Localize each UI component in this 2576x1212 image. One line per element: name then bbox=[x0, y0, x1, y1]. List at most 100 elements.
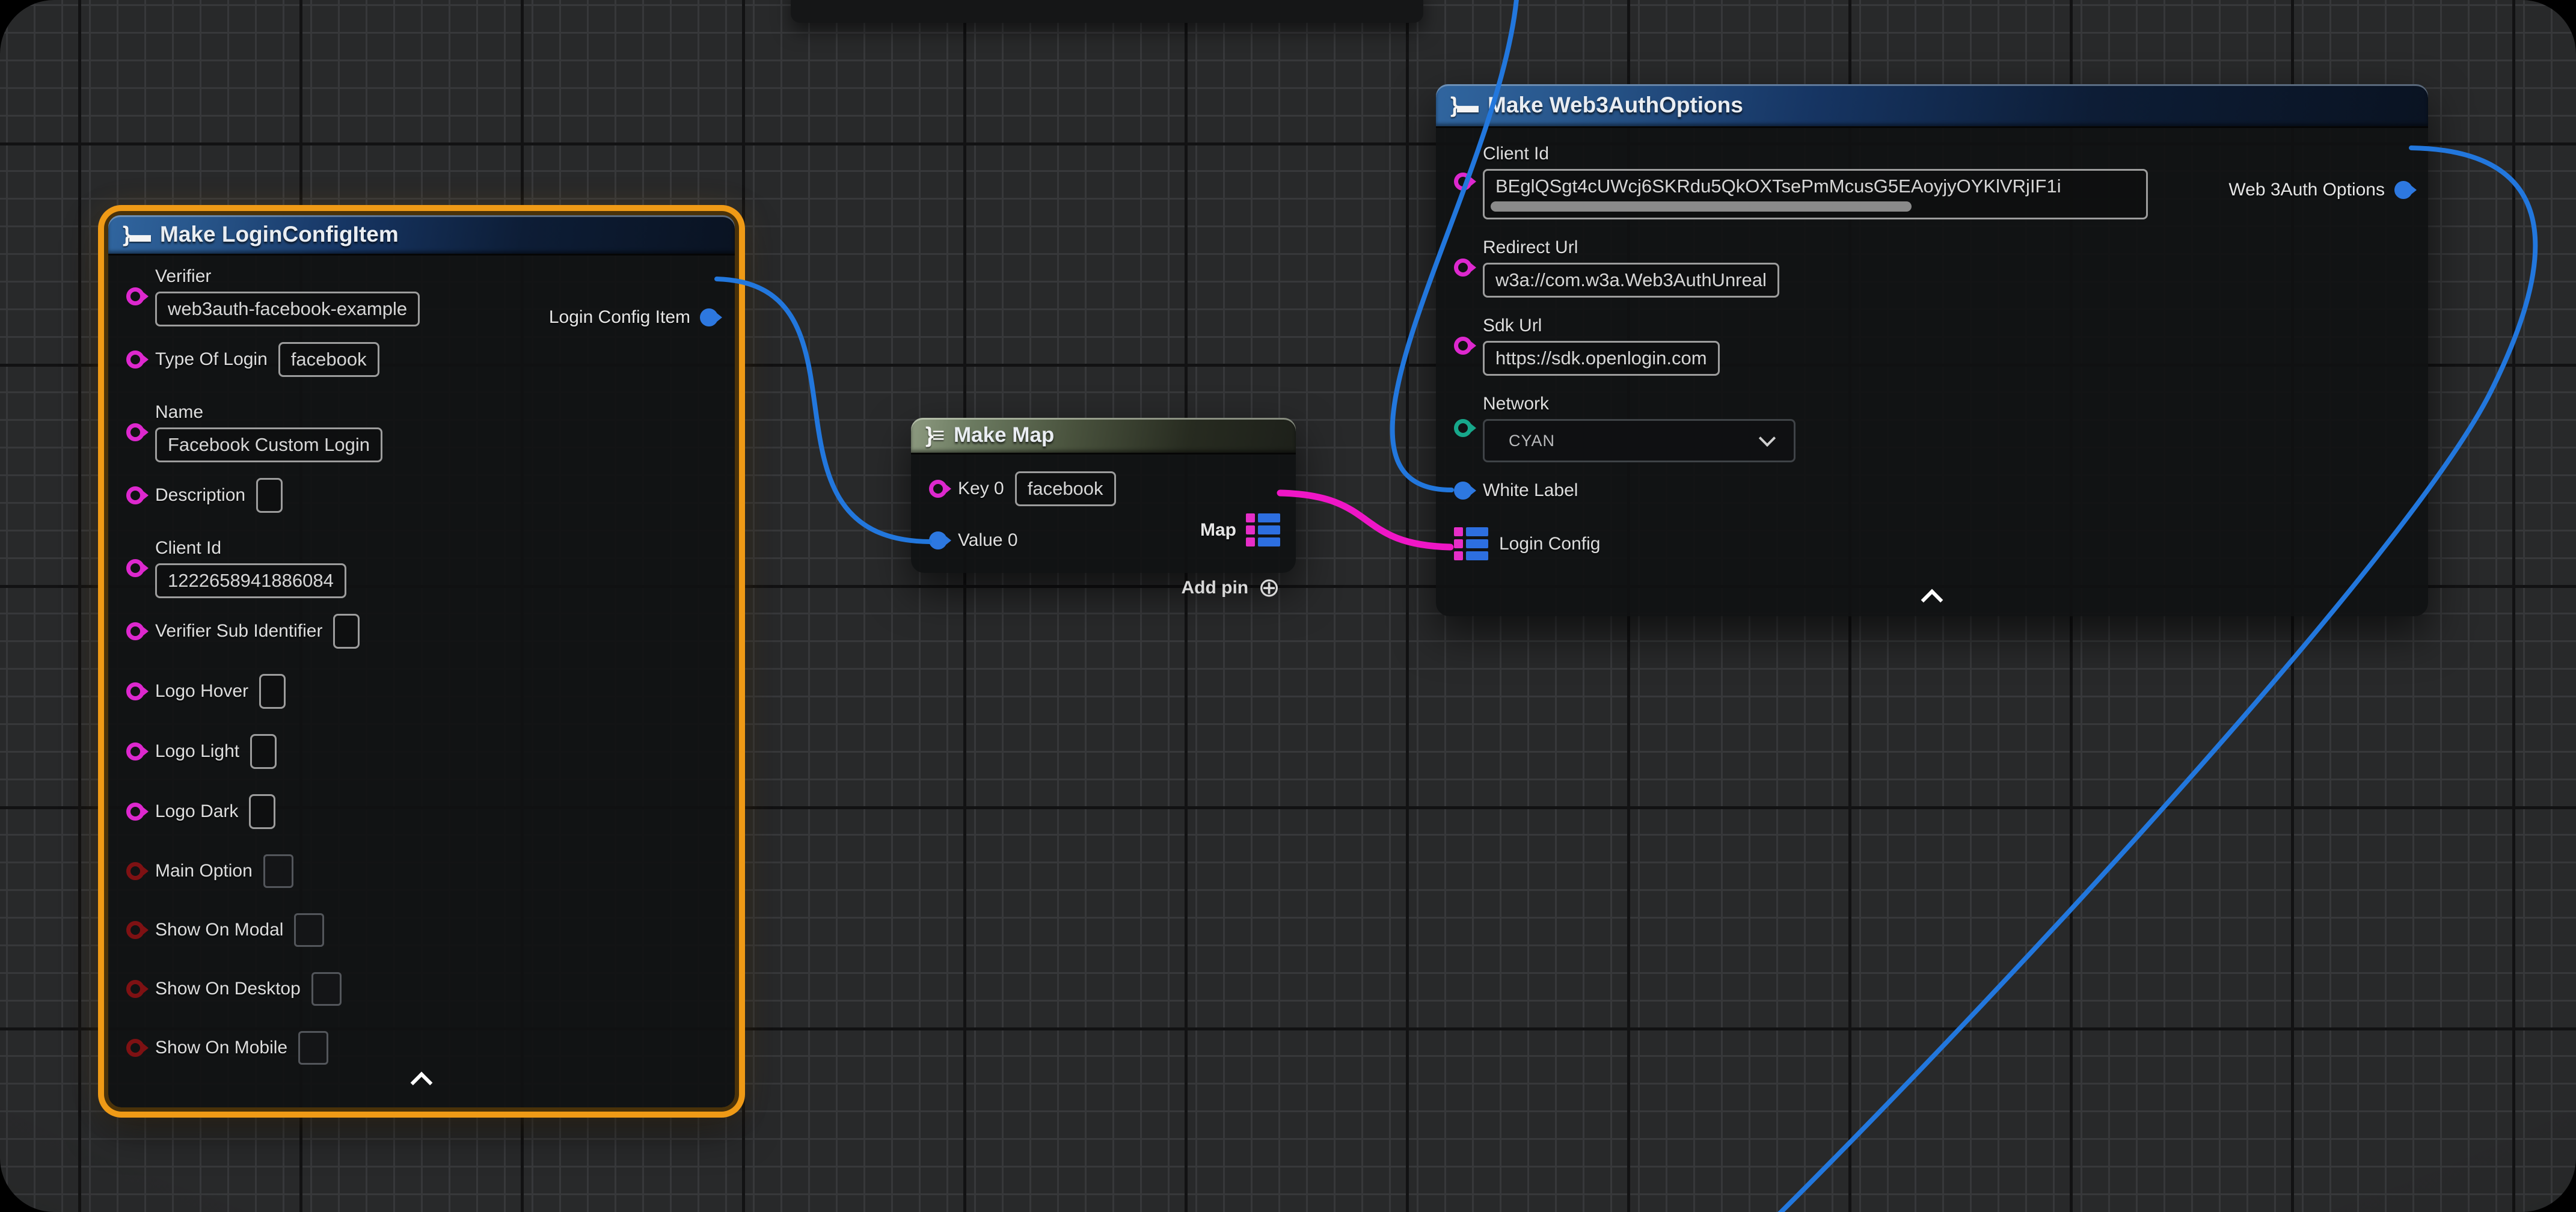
pin-row-type-of-login: Type Of Login facebook bbox=[126, 342, 735, 377]
node-title: Make LoginConfigItem bbox=[160, 222, 399, 247]
pin-key0[interactable] bbox=[929, 480, 947, 498]
pin-row-logo-light: Logo Light bbox=[126, 734, 735, 769]
pin-label-show-on-desktop: Show On Desktop bbox=[155, 979, 301, 999]
pin-row-show-on-desktop: Show On Desktop bbox=[126, 972, 735, 1006]
pin-output-web3auth-options[interactable] bbox=[2394, 181, 2412, 199]
make-struct-icon: }▬ bbox=[123, 222, 149, 247]
pin-name[interactable] bbox=[126, 423, 144, 441]
pin-verifier[interactable] bbox=[126, 287, 144, 305]
pin-logo-dark[interactable] bbox=[126, 803, 144, 821]
collapse-node-arrow-icon[interactable] bbox=[1924, 592, 1940, 608]
description-input[interactable] bbox=[256, 478, 283, 513]
pin-login-config[interactable] bbox=[1454, 527, 1488, 560]
show-on-mobile-checkbox[interactable] bbox=[298, 1031, 328, 1065]
pin-show-on-desktop[interactable] bbox=[126, 980, 144, 998]
pin-label-sdk-url: Sdk Url bbox=[1483, 316, 1720, 336]
pin-label-login-config: Login Config bbox=[1499, 534, 1600, 554]
pin-white-label[interactable] bbox=[1454, 482, 1472, 500]
pin-label-verifier: Verifier bbox=[155, 266, 420, 287]
pin-type-of-login[interactable] bbox=[126, 350, 144, 369]
pin-row-sdk-url: Sdk Url https://sdk.openlogin.com bbox=[1454, 316, 2428, 376]
pin-row-show-on-mobile: Show On Mobile bbox=[126, 1031, 735, 1065]
type-of-login-input[interactable]: facebook bbox=[278, 342, 379, 377]
network-dropdown[interactable]: CYAN bbox=[1483, 419, 1796, 462]
output-pin-label-map: Map bbox=[1200, 520, 1236, 540]
pin-client-id[interactable] bbox=[126, 559, 144, 577]
node-header-make-login-config-item[interactable]: }▬ Make LoginConfigItem bbox=[108, 215, 735, 256]
node-title: Make Map bbox=[954, 423, 1054, 447]
pin-row-verifier-sub-identifier: Verifier Sub Identifier bbox=[126, 614, 735, 649]
add-pin-label: Add pin bbox=[1181, 578, 1248, 598]
pin-output-login-config-item[interactable] bbox=[700, 308, 718, 326]
wire-map-to-login-config[interactable] bbox=[1280, 493, 1450, 547]
make-map-icon: }≡ bbox=[925, 423, 943, 448]
wire-login-config-item-to-value0[interactable] bbox=[717, 279, 930, 542]
pin-output-map[interactable] bbox=[1246, 513, 1280, 546]
pin-label-redirect-url: Redirect Url bbox=[1483, 237, 1779, 258]
verifier-input[interactable]: web3auth-facebook-example bbox=[155, 292, 420, 326]
key0-input[interactable]: facebook bbox=[1015, 471, 1116, 506]
pin-show-on-modal[interactable] bbox=[126, 921, 144, 939]
pin-value0[interactable] bbox=[929, 531, 947, 549]
output-row-login-config-item: Login Config Item bbox=[549, 307, 718, 328]
pin-redirect-url[interactable] bbox=[1454, 259, 1472, 277]
add-pin-icon[interactable]: ⊕ bbox=[1258, 575, 1280, 601]
show-on-modal-checkbox[interactable] bbox=[294, 913, 324, 947]
pin-label-logo-hover: Logo Hover bbox=[155, 681, 248, 702]
pin-description[interactable] bbox=[126, 486, 144, 504]
client-id-input[interactable]: BEglQSgt4cUWcj6SKRdu5QkOXTsePmMcusG5EAoy… bbox=[1483, 169, 2148, 219]
pin-show-on-mobile[interactable] bbox=[126, 1039, 144, 1057]
node-title: Make Web3AuthOptions bbox=[1488, 93, 1743, 118]
pin-label-verifier-sub-identifier: Verifier Sub Identifier bbox=[155, 621, 322, 641]
name-input[interactable]: Facebook Custom Login bbox=[155, 427, 382, 462]
show-on-desktop-checkbox[interactable] bbox=[311, 972, 342, 1006]
node-make-map[interactable]: }≡ Make Map Key 0 facebook Value 0 Map bbox=[911, 418, 1296, 573]
logo-hover-input[interactable] bbox=[259, 674, 286, 709]
main-option-checkbox[interactable] bbox=[263, 854, 293, 888]
add-pin-row: Add pin ⊕ bbox=[1181, 575, 1280, 601]
pin-label-show-on-mobile: Show On Mobile bbox=[155, 1038, 287, 1058]
pin-verifier-sub-identifier[interactable] bbox=[126, 622, 144, 640]
offscreen-node-bottom-edge[interactable] bbox=[791, 0, 1423, 23]
pin-row-logo-dark: Logo Dark bbox=[126, 794, 735, 829]
pin-label-key0: Key 0 bbox=[958, 479, 1004, 499]
client-id-scrollbar[interactable] bbox=[1491, 201, 1912, 212]
pin-row-client-id: Client Id 1222658941886084 bbox=[126, 538, 735, 598]
collapse-node-arrow-icon[interactable] bbox=[414, 1075, 429, 1091]
pin-main-option[interactable] bbox=[126, 862, 144, 880]
pin-client-id[interactable] bbox=[1454, 173, 1472, 191]
pin-row-logo-hover: Logo Hover bbox=[126, 674, 735, 709]
pin-row-name: Name Facebook Custom Login bbox=[126, 402, 735, 462]
chevron-down-icon bbox=[1759, 430, 1776, 447]
logo-dark-input[interactable] bbox=[249, 794, 275, 829]
redirect-url-input[interactable]: w3a://com.w3a.Web3AuthUnreal bbox=[1483, 263, 1779, 298]
blueprint-graph-canvas[interactable]: }▬ Make LoginConfigItem Login Config Ite… bbox=[0, 0, 2576, 1212]
pin-label-white-label: White Label bbox=[1483, 480, 1578, 501]
sdk-url-input[interactable]: https://sdk.openlogin.com bbox=[1483, 341, 1720, 376]
node-header-make-map[interactable]: }≡ Make Map bbox=[911, 418, 1296, 454]
pin-row-key0: Key 0 facebook bbox=[929, 471, 1296, 506]
client-id-text: BEglQSgt4cUWcj6SKRdu5QkOXTsePmMcusG5EAoy… bbox=[1495, 176, 2061, 197]
pin-label-logo-dark: Logo Dark bbox=[155, 801, 238, 822]
pin-logo-light[interactable] bbox=[126, 742, 144, 761]
pin-row-redirect-url: Redirect Url w3a://com.w3a.Web3AuthUnrea… bbox=[1454, 237, 2428, 298]
pin-logo-hover[interactable] bbox=[126, 682, 144, 700]
pin-sdk-url[interactable] bbox=[1454, 337, 1472, 355]
logo-light-input[interactable] bbox=[250, 734, 277, 769]
node-make-web3auth-options[interactable]: }▬ Make Web3AuthOptions Web 3Auth Option… bbox=[1436, 84, 2428, 616]
node-header-make-web3auth-options[interactable]: }▬ Make Web3AuthOptions bbox=[1436, 84, 2428, 128]
pin-row-show-on-modal: Show On Modal bbox=[126, 913, 735, 947]
pin-label-network: Network bbox=[1483, 394, 1796, 414]
node-make-login-config-item[interactable]: }▬ Make LoginConfigItem Login Config Ite… bbox=[108, 215, 735, 1107]
pin-label-client-id: Client Id bbox=[1483, 144, 2148, 164]
network-dropdown-value: CYAN bbox=[1509, 432, 1555, 450]
verifier-sub-identifier-input[interactable] bbox=[333, 614, 360, 649]
output-pin-label: Web 3Auth Options bbox=[2228, 180, 2385, 200]
pin-label-name: Name bbox=[155, 402, 382, 423]
pin-label-type-of-login: Type Of Login bbox=[155, 349, 268, 370]
pin-row-main-option: Main Option bbox=[126, 854, 735, 888]
client-id-input[interactable]: 1222658941886084 bbox=[155, 563, 346, 598]
pin-label-description: Description bbox=[155, 485, 245, 506]
pin-network[interactable] bbox=[1454, 419, 1472, 437]
pin-row-network: Network CYAN bbox=[1454, 394, 2428, 462]
